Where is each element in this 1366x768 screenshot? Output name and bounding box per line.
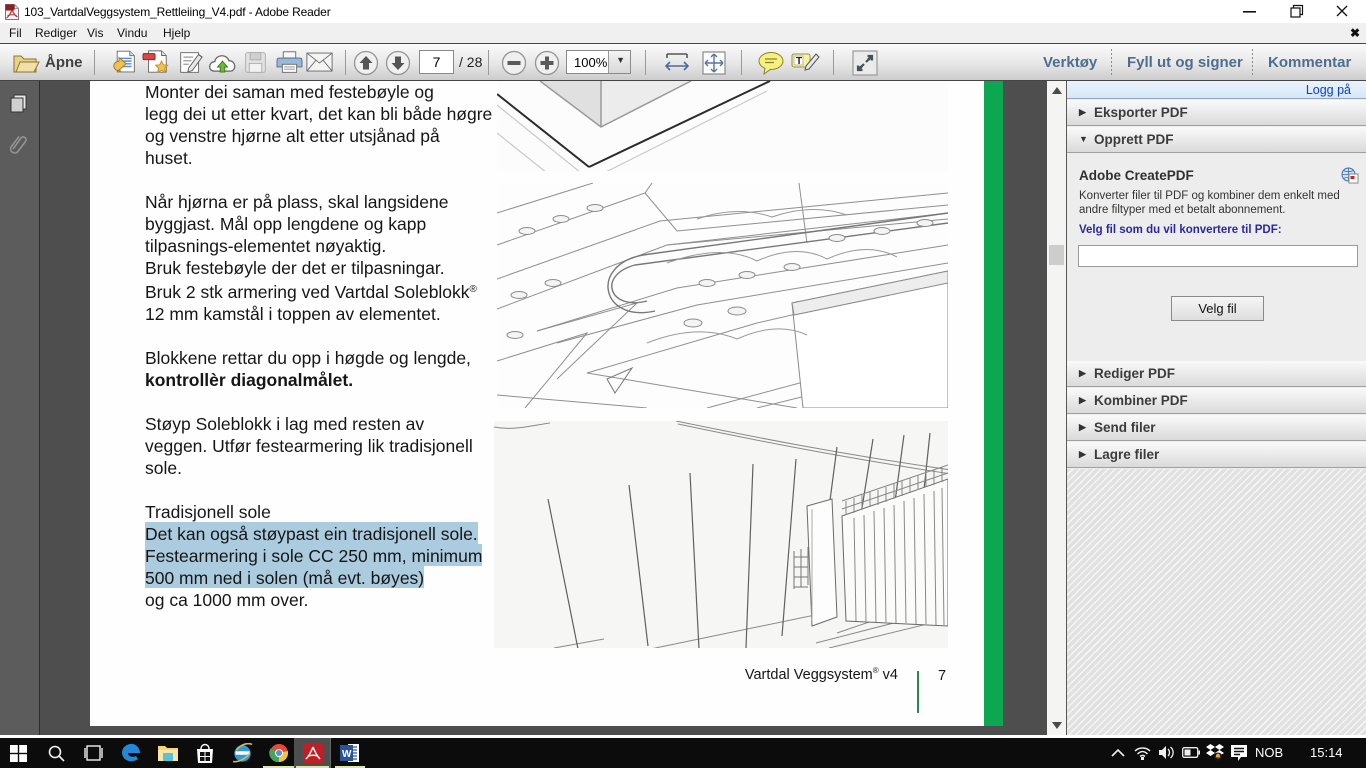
svg-text:W: W [342,749,352,760]
svg-text:T: T [796,56,802,67]
